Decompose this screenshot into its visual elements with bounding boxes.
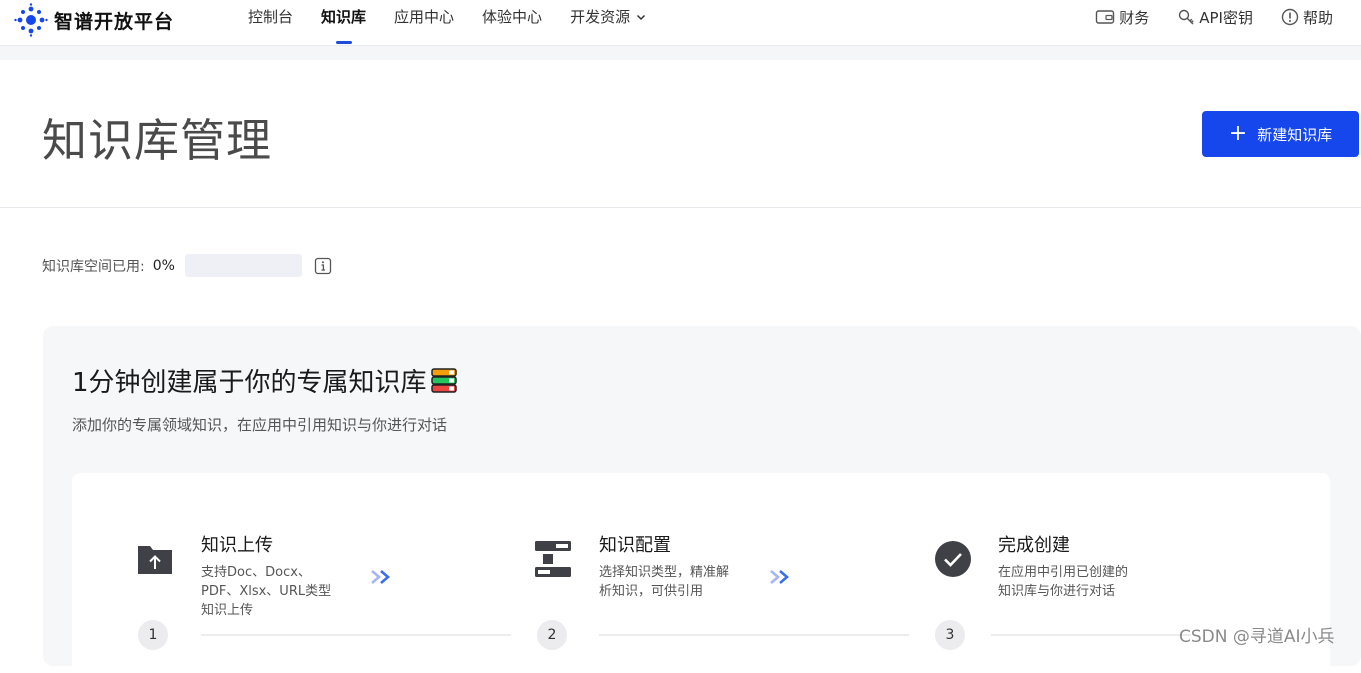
finance-label: 财务 bbox=[1119, 8, 1150, 27]
nav-item-knowledge-base[interactable]: 知识库 bbox=[321, 0, 367, 44]
active-tab-indicator bbox=[335, 41, 352, 44]
api-key-link[interactable]: API密钥 bbox=[1177, 7, 1253, 28]
nav-item-console[interactable]: 控制台 bbox=[248, 0, 293, 34]
api-key-label: API密钥 bbox=[1199, 8, 1253, 27]
step-1-title: 知识上传 bbox=[201, 535, 273, 556]
wallet-icon bbox=[1096, 10, 1115, 24]
intro-subtitle: 添加你的专属领域知识，在应用中引用知识与你进行对话 bbox=[72, 416, 448, 434]
double-chevron-right-icon bbox=[770, 570, 789, 584]
config-icon bbox=[535, 541, 571, 577]
app-name: 智谱开放平台 bbox=[54, 10, 175, 33]
step-1-desc: 支持Doc、Docx、PDF、Xlsx、URL类型知识上传 bbox=[201, 565, 332, 618]
step-3-desc: 在应用中引用已创建的知识库与你进行对话 bbox=[998, 565, 1129, 599]
step-2-desc: 选择知识类型，精准解析知识，可供引用 bbox=[599, 565, 730, 599]
nav-shadow-strip bbox=[0, 46, 1361, 60]
intro-title: 1分钟创建属于你的专属知识库 bbox=[72, 362, 459, 399]
plus-icon: + bbox=[1228, 121, 1248, 146]
main-nav: 控制台 知识库 应用中心 体验中心 开发资源 bbox=[248, 0, 674, 46]
nav-item-label: 开发资源 bbox=[570, 8, 631, 26]
check-circle-icon bbox=[935, 541, 971, 577]
top-navigation-bar: 智谱开放平台 控制台 知识库 应用中心 体验中心 开发资源 财务 API密钥 帮… bbox=[0, 0, 1361, 46]
logo[interactable]: 智谱开放平台 bbox=[14, 3, 174, 37]
nav-item-dev-resources[interactable]: 开发资源 bbox=[570, 0, 646, 34]
step-1-progress-line bbox=[201, 634, 511, 636]
nav-item-experience-center[interactable]: 体验中心 bbox=[482, 0, 542, 34]
steps-card: 知识上传 支持Doc、Docx、PDF、Xlsx、URL类型知识上传 1 知识配… bbox=[72, 473, 1330, 673]
key-icon bbox=[1179, 9, 1194, 25]
header-divider bbox=[0, 207, 1361, 208]
nav-item-label: 知识库 bbox=[321, 8, 367, 26]
usage-value: 0% bbox=[152, 257, 175, 274]
chevron-down-icon bbox=[637, 14, 646, 21]
step-3-number: 3 bbox=[935, 620, 965, 650]
step-3-title: 完成创建 bbox=[998, 535, 1070, 556]
intro-title-text: 1分钟创建属于你的专属知识库 bbox=[72, 368, 427, 398]
books-icon bbox=[430, 367, 457, 393]
nav-item-label: 控制台 bbox=[248, 8, 294, 26]
double-chevron-right-icon bbox=[371, 570, 390, 584]
right-nav: 财务 API密钥 帮助 bbox=[1067, 0, 1333, 34]
new-knowledge-base-button[interactable]: + 新建知识库 bbox=[1202, 111, 1359, 157]
page-title: 知识库管理 bbox=[42, 114, 273, 167]
step-2-progress-line bbox=[599, 634, 909, 636]
usage-progress-bar bbox=[184, 254, 302, 277]
folder-upload-icon bbox=[138, 546, 172, 574]
help-icon bbox=[1281, 8, 1299, 26]
watermark: CSDN @寻道AI小兵 bbox=[1179, 627, 1335, 647]
step-3-progress-line bbox=[991, 634, 1191, 636]
finance-link[interactable]: 财务 bbox=[1095, 7, 1149, 28]
info-icon[interactable] bbox=[314, 257, 332, 275]
usage-label: 知识库空间已用: bbox=[42, 258, 145, 275]
step-1-number: 1 bbox=[138, 620, 168, 650]
storage-usage: 知识库空间已用: 0% bbox=[42, 254, 332, 277]
nav-item-label: 应用中心 bbox=[394, 8, 455, 26]
step-2-title: 知识配置 bbox=[599, 535, 671, 556]
nav-item-app-center[interactable]: 应用中心 bbox=[394, 0, 454, 34]
help-link[interactable]: 帮助 bbox=[1281, 7, 1333, 28]
step-2-number: 2 bbox=[537, 620, 567, 650]
new-knowledge-base-label: 新建知识库 bbox=[1257, 125, 1333, 144]
help-label: 帮助 bbox=[1302, 8, 1333, 27]
logo-icon bbox=[14, 3, 48, 37]
nav-item-label: 体验中心 bbox=[482, 8, 543, 26]
